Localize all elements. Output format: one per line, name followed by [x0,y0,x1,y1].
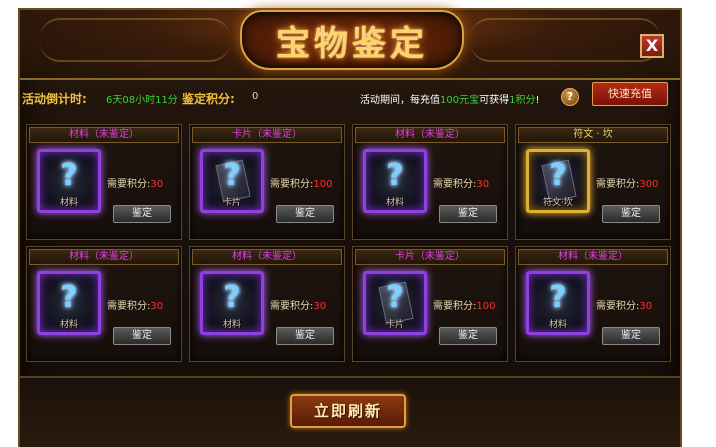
slot-label: 卡片 [222,198,241,208]
ornament-left [40,18,230,62]
item-slot[interactable]: ? 符文·坎 [526,149,590,213]
promo-prefix: 活动期间，每充值 [360,95,440,106]
slot-label: 材料 [59,198,78,208]
card-header: 材料（未鉴定） [192,249,342,265]
question-mark-icon: ? [60,280,78,315]
question-mark-icon: ? [223,280,241,315]
card-header: 材料（未鉴定） [29,127,179,143]
card-header: 材料（未鉴定） [355,127,505,143]
slot-label: 材料 [222,320,241,330]
close-icon: X [645,36,659,55]
promo-mid: 可获得 [479,95,510,106]
ornament-right [470,18,660,62]
required-points-value: 100 [313,179,333,190]
required-points: 需要积分:30 [107,297,163,312]
promo-suffix: ! [535,95,540,106]
identify-button[interactable]: 鉴定 [276,327,334,345]
title-plate: 宝物鉴定 [240,10,464,70]
required-points-value: 30 [476,179,490,190]
info-bar: 活动倒计时: 6天08小时11分 鉴定积分: 0 活动期间，每充值100元宝可获… [20,80,680,114]
item-card: 符文 · 坎? 符文·坎 需要积分:300 鉴定 [515,124,671,240]
item-slot[interactable]: ? 材料 [37,271,101,335]
bottom-bar: 立即刷新 [20,376,680,447]
required-points: 需要积分:300 [596,175,658,190]
slot-label: 材料 [385,198,404,208]
refresh-now-button[interactable]: 立即刷新 [290,394,406,428]
card-header: 卡片（未鉴定） [192,127,342,143]
identify-button[interactable]: 鉴定 [602,327,660,345]
identify-button[interactable]: 鉴定 [602,205,660,223]
item-slot[interactable]: ? 卡片 [363,271,427,335]
required-points-label: 需要积分: [270,179,314,190]
treasure-identify-window: 宝物鉴定 X 活动倒计时: 6天08小时11分 鉴定积分: 0 活动期间，每充值… [18,8,682,447]
required-points: 需要积分:30 [270,297,326,312]
card-header: 符文 · 坎 [518,127,668,143]
window-title: 宝物鉴定 [276,23,428,64]
close-button[interactable]: X [640,34,664,58]
card-header: 材料（未鉴定） [29,249,179,265]
promo-text: 活动期间，每充值100元宝可获得1积分! [360,91,539,106]
item-slot[interactable]: ? 卡片 [200,149,264,213]
required-points-label: 需要积分: [433,301,477,312]
identify-button[interactable]: 鉴定 [276,205,334,223]
title-banner: 宝物鉴定 X [20,10,680,80]
identify-button[interactable]: 鉴定 [439,205,497,223]
card-header: 材料（未鉴定） [518,249,668,265]
promo-reward: 1积分 [509,95,536,106]
identify-button[interactable]: 鉴定 [439,327,497,345]
required-points-label: 需要积分: [270,301,314,312]
question-mark-icon: ? [386,280,404,315]
required-points: 需要积分:100 [270,175,332,190]
item-card: 材料（未鉴定）? 材料 需要积分:30 鉴定 [515,246,671,362]
item-slot[interactable]: ? 材料 [363,149,427,213]
item-slot[interactable]: ? 材料 [200,271,264,335]
item-slot[interactable]: ? 材料 [37,149,101,213]
required-points-label: 需要积分: [107,301,151,312]
slot-label: 卡片 [385,320,404,330]
item-card: 材料（未鉴定）? 材料 需要积分:30 鉴定 [189,246,345,362]
question-mark-icon: ? [223,158,241,193]
identify-button[interactable]: 鉴定 [113,205,171,223]
required-points: 需要积分:100 [433,297,495,312]
countdown-label: 活动倒计时: [22,92,87,106]
required-points: 需要积分:30 [433,175,489,190]
question-icon[interactable]: ? [561,88,579,106]
card-header: 卡片（未鉴定） [355,249,505,265]
required-points-value: 30 [150,301,164,312]
quick-recharge-button[interactable]: 快速充值 [592,82,668,106]
question-mark-icon: ? [549,280,567,315]
item-card: 卡片（未鉴定）? 卡片 需要积分:100 鉴定 [352,246,508,362]
item-card: 材料（未鉴定）? 材料 需要积分:30 鉴定 [352,124,508,240]
score-value: 0 [252,91,259,102]
item-card: 材料（未鉴定）? 材料 需要积分:30 鉴定 [26,124,182,240]
identify-button[interactable]: 鉴定 [113,327,171,345]
item-card: 卡片（未鉴定）? 卡片 需要积分:100 鉴定 [189,124,345,240]
required-points-value: 30 [150,179,164,190]
item-slot[interactable]: ? 材料 [526,271,590,335]
score-label: 鉴定积分: [182,92,235,106]
required-points: 需要积分:30 [596,297,652,312]
required-points-value: 30 [639,301,653,312]
slot-label: 材料 [548,320,567,330]
question-mark-icon: ? [60,158,78,193]
required-points: 需要积分:30 [107,175,163,190]
question-mark-icon: ? [549,158,567,193]
countdown-value: 6天08小时11分 [106,95,178,106]
slot-label: 材料 [59,320,78,330]
question-mark-icon: ? [386,158,404,193]
required-points-label: 需要积分: [107,179,151,190]
promo-amount: 100元宝 [440,95,480,106]
required-points-value: 300 [639,179,659,190]
required-points-value: 30 [313,301,327,312]
required-points-label: 需要积分: [433,179,477,190]
required-points-label: 需要积分: [596,301,640,312]
slot-label: 符文·坎 [543,198,573,208]
item-card: 材料（未鉴定）? 材料 需要积分:30 鉴定 [26,246,182,362]
required-points-label: 需要积分: [596,179,640,190]
required-points-value: 100 [476,301,496,312]
